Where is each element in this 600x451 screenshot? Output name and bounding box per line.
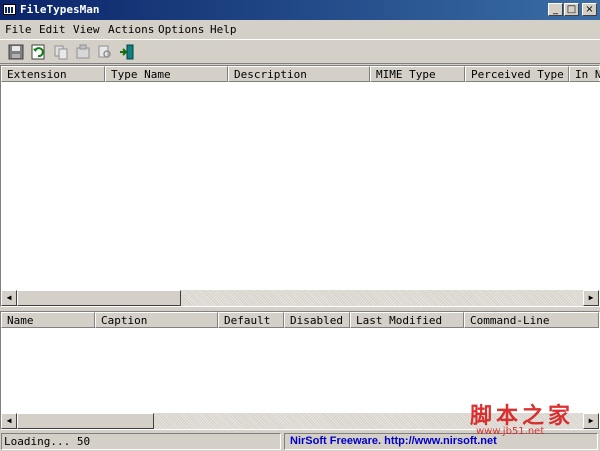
save-icon[interactable] — [7, 43, 25, 61]
column-description[interactable]: Description — [228, 66, 370, 82]
file-types-list[interactable]: Extension Type Name Description MIME Typ… — [0, 65, 600, 307]
column-caption[interactable]: Caption — [95, 312, 218, 328]
column-last-modified[interactable]: Last Modified — [350, 312, 464, 328]
column-extension[interactable]: Extension — [1, 66, 105, 82]
column-in-new[interactable]: In N — [569, 66, 600, 82]
nirsoft-link[interactable]: NirSoft Freeware. http://www.nirsoft.net — [284, 433, 598, 450]
window-title: FileTypesMan — [20, 3, 100, 16]
menu-help[interactable]: Help — [210, 23, 237, 36]
properties-icon[interactable] — [74, 43, 92, 61]
file-types-header: Extension Type Name Description MIME Typ… — [1, 66, 600, 82]
close-button[interactable]: × — [582, 3, 597, 16]
column-type-name[interactable]: Type Name — [105, 66, 228, 82]
column-command-line[interactable]: Command-Line — [464, 312, 599, 328]
watermark-url: www.jb51.net — [476, 426, 545, 437]
exit-icon[interactable] — [118, 43, 136, 61]
column-perceived-type[interactable]: Perceived Type — [465, 66, 569, 82]
status-loading: Loading... 50 — [1, 433, 281, 450]
maximize-button[interactable]: □ — [564, 3, 579, 16]
toolbar — [0, 39, 600, 64]
column-default[interactable]: Default — [218, 312, 284, 328]
menu-view[interactable]: View — [73, 23, 100, 36]
scrollbar-thumb[interactable] — [17, 290, 181, 306]
scroll-left-arrow[interactable]: ◀ — [1, 413, 17, 429]
menu-options[interactable]: Options — [158, 23, 204, 36]
refresh-icon[interactable] — [29, 43, 47, 61]
column-mime-type[interactable]: MIME Type — [370, 66, 465, 82]
scrollbar-thumb[interactable] — [17, 413, 154, 429]
menu-file[interactable]: File — [5, 23, 32, 36]
minimize-button[interactable]: _ — [548, 3, 563, 16]
app-window: FileTypesMan _ □ × File Edit View Action… — [0, 0, 600, 451]
menu-edit[interactable]: Edit — [39, 23, 66, 36]
column-disabled[interactable]: Disabled — [284, 312, 350, 328]
app-icon — [3, 4, 16, 15]
scroll-left-arrow[interactable]: ◀ — [1, 290, 17, 306]
menu-bar: File Edit View Actions Options Help — [0, 20, 600, 39]
scroll-right-arrow[interactable]: ▶ — [583, 413, 599, 429]
scroll-right-arrow[interactable]: ▶ — [583, 290, 599, 306]
column-name[interactable]: Name — [1, 312, 95, 328]
upper-horizontal-scrollbar[interactable]: ◀ ▶ — [1, 290, 599, 306]
menu-actions[interactable]: Actions — [108, 23, 154, 36]
find-icon[interactable] — [96, 43, 114, 61]
copy-icon[interactable] — [52, 43, 70, 61]
title-bar[interactable]: FileTypesMan _ □ × — [0, 0, 600, 20]
actions-header: Name Caption Default Disabled Last Modif… — [1, 312, 599, 328]
